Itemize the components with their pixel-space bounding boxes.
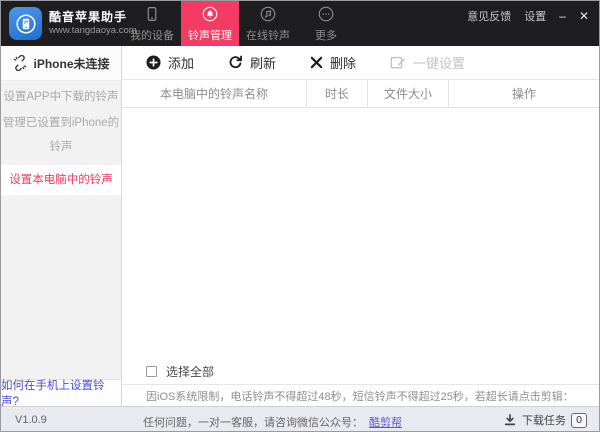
download-tasks[interactable]: 下载任务 0 [503, 412, 587, 428]
tab-label: 在线铃声 [246, 29, 290, 42]
select-all-row: 选择全部 [122, 358, 599, 384]
support-text: 任何问题，一对一客服，请咨询微信公众号： 酷剪帮 [143, 414, 402, 430]
column-header-name: 本电脑中的铃声名称 [159, 87, 268, 101]
delete-label: 删除 [330, 56, 357, 71]
tab-more[interactable]: 更多 [297, 1, 355, 46]
download-label: 下载任务 [522, 415, 566, 427]
select-all-label: 选择全部 [166, 364, 215, 379]
onekey-setup-icon [390, 55, 406, 70]
tab-ringtone-manage[interactable]: 铃声管理 [181, 1, 239, 46]
connection-status: iPhone未连接 [1, 46, 121, 81]
minimize-button[interactable]: – [559, 9, 566, 23]
connection-status-label: iPhone未连接 [33, 56, 110, 71]
tab-label: 更多 [315, 29, 337, 42]
add-label: 添加 [168, 56, 195, 71]
select-all-checkbox[interactable] [146, 365, 157, 377]
column-header-action: 操作 [448, 80, 599, 107]
toolbar: 添加 刷新 删除 一键设置 [122, 46, 599, 80]
onekey-setup-label: 一键设置 [413, 56, 466, 71]
main-tabs: 我的设备 铃声管理 在线铃声 更多 [123, 1, 355, 46]
sidebar-item-local-ringtones[interactable]: 设置本电脑中的铃声 [1, 165, 121, 195]
help-link[interactable]: 如何在手机上设置铃声? [1, 379, 121, 408]
refresh-label: 刷新 [250, 56, 277, 71]
app-logo: 酷音苹果助手 www.tangdaoya.com [1, 1, 137, 46]
sidebar-item-iphone-ringtones[interactable]: 管理已设置到iPhone的铃声 [1, 111, 121, 153]
tab-label: 我的设备 [130, 29, 174, 42]
content-panel: 添加 刷新 删除 一键设置 本电脑中的铃声名称 时长 文件大小 操作 选择全部 … [122, 46, 599, 406]
phone-icon [143, 5, 161, 23]
tab-my-devices[interactable]: 我的设备 [123, 1, 181, 46]
feedback-button[interactable]: 意见反馈 [467, 8, 511, 24]
more-icon [317, 5, 335, 23]
main-area: iPhone未连接 设置APP中下载的铃声 管理已设置到iPhone的铃声 设置… [1, 46, 599, 408]
app-window: 酷音苹果助手 www.tangdaoya.com 我的设备 铃声管理 在线铃声 … [0, 0, 600, 432]
column-header-duration: 时长 [306, 80, 367, 107]
sidebar-menu: 设置APP中下载的铃声 管理已设置到iPhone的铃声 设置本电脑中的铃声 [1, 81, 121, 379]
column-header-filesize: 文件大小 [367, 80, 448, 107]
settings-button[interactable]: 设置 [524, 8, 546, 24]
sidebar: iPhone未连接 设置APP中下载的铃声 管理已设置到iPhone的铃声 设置… [1, 46, 122, 408]
close-button[interactable]: ✕ [579, 9, 589, 23]
ringtone-list-empty [122, 108, 599, 358]
status-bar: V1.0.9 任何问题，一对一客服，请咨询微信公众号： 酷剪帮 下载任务 0 [1, 406, 599, 431]
restriction-note: 因iOS系统限制，电话铃声不得超过48秒，短信铃声不得超过25秒，若超长请点击剪… [122, 384, 599, 406]
wechat-account-link[interactable]: 酷剪帮 [369, 417, 402, 429]
broken-link-icon [12, 55, 28, 71]
add-button[interactable]: 添加 [146, 53, 194, 72]
delete-icon [310, 56, 323, 69]
sidebar-item-app-ringtones[interactable]: 设置APP中下载的铃声 [1, 85, 121, 109]
add-icon [146, 55, 161, 70]
titlebar-controls: 意见反馈 设置 – ✕ [467, 8, 589, 24]
top-bar: 酷音苹果助手 www.tangdaoya.com 我的设备 铃声管理 在线铃声 … [1, 1, 599, 46]
download-count-badge: 0 [571, 412, 587, 428]
version-label: V1.0.9 [15, 414, 47, 426]
onekey-setup-button: 一键设置 [390, 53, 465, 72]
bell-icon [201, 5, 219, 23]
download-icon [503, 413, 517, 427]
refresh-button[interactable]: 刷新 [228, 53, 276, 72]
table-header: 本电脑中的铃声名称 时长 文件大小 操作 [122, 80, 599, 108]
delete-button[interactable]: 删除 [310, 53, 356, 72]
support-message: 任何问题，一对一客服，请咨询微信公众号： [143, 417, 363, 429]
refresh-icon [228, 55, 243, 70]
tab-label: 铃声管理 [188, 29, 232, 42]
music-note-icon [259, 5, 277, 23]
tab-online-ringtones[interactable]: 在线铃声 [239, 1, 297, 46]
app-logo-icon [9, 7, 42, 40]
